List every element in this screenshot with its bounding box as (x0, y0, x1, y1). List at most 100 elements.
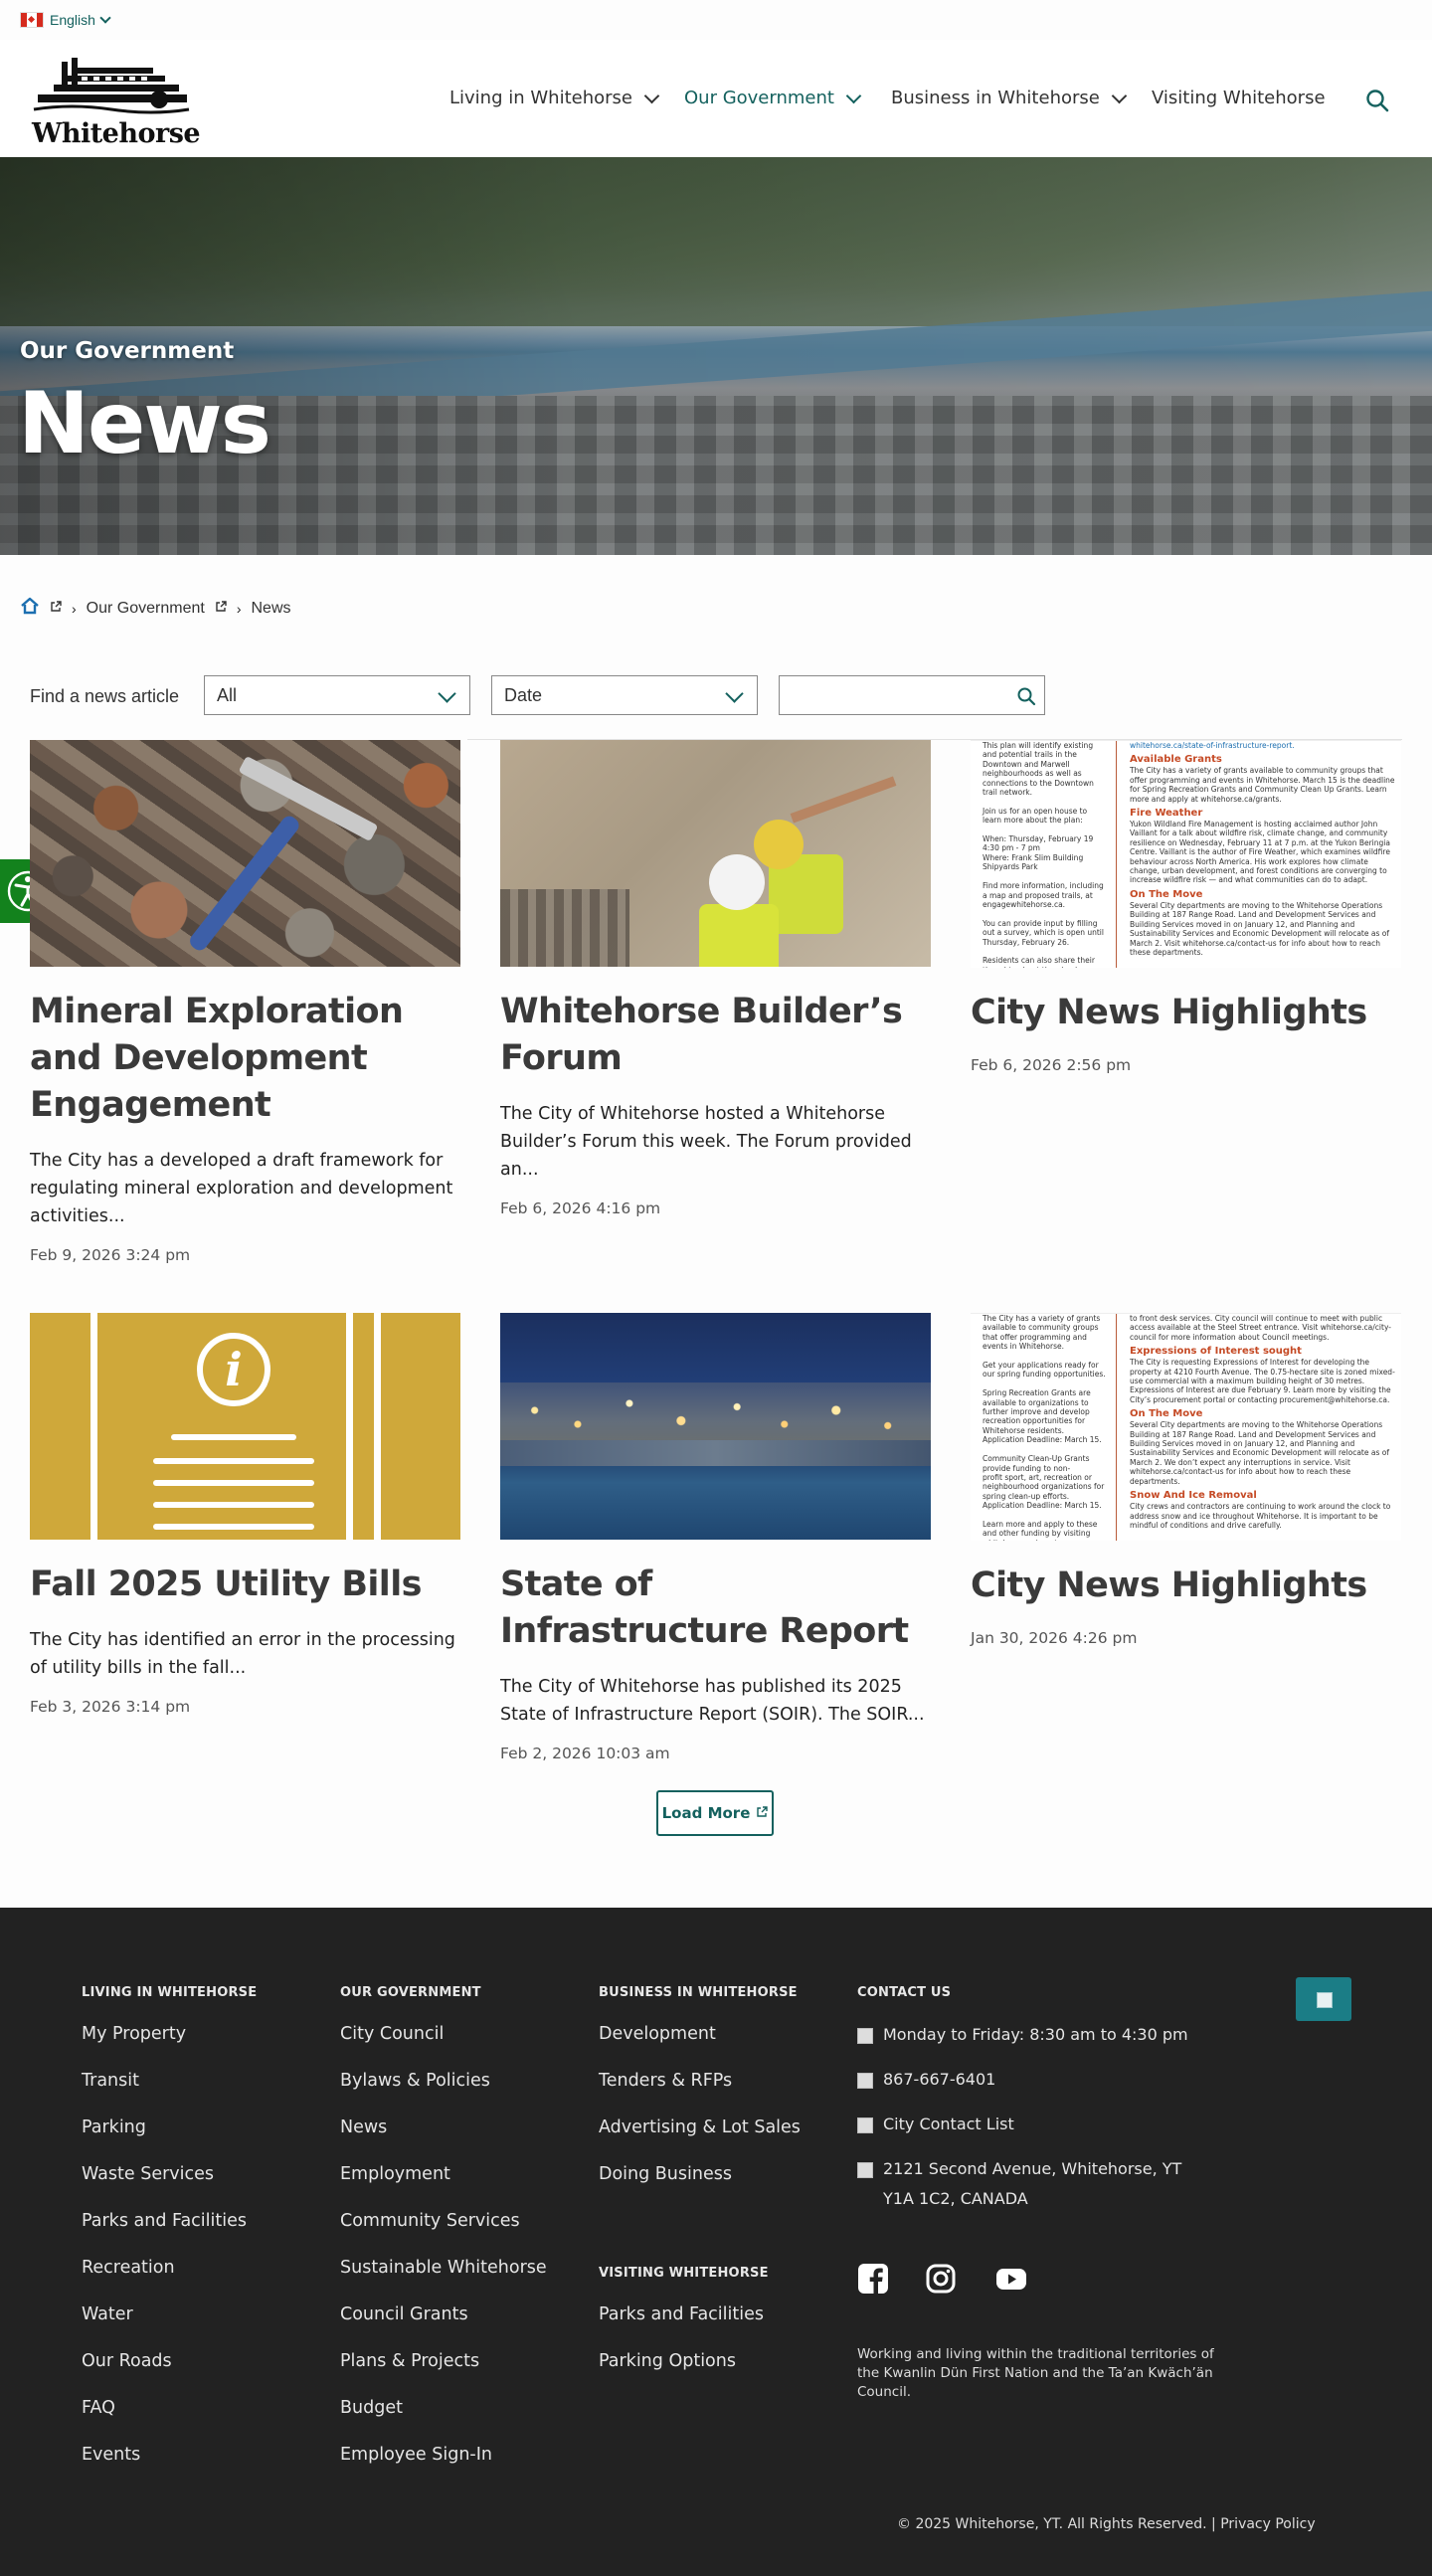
nav-business-in-whitehorse[interactable]: Business in Whitehorse (891, 88, 1128, 108)
newsletter-line (983, 826, 1107, 834)
nav-our-government[interactable]: Our Government (684, 88, 862, 108)
language-selector[interactable]: English (20, 12, 111, 28)
article-date: Feb 2, 2026 10:03 am (500, 1745, 670, 1762)
footer-link[interactable]: Parking Options (599, 2351, 769, 2398)
footer-link[interactable]: Development (599, 2024, 801, 2071)
newsletter-line: and other funding by visiting (983, 1529, 1091, 1539)
newsletter-line: Join us for an open house to (983, 806, 1088, 816)
news-card[interactable]: This plan will identify existing and pote… (971, 740, 1401, 1074)
article-title[interactable]: Mineral Exploration and Development Enga… (30, 989, 460, 1129)
nav-visiting-whitehorse[interactable]: Visiting Whitehorse (1152, 88, 1326, 108)
image-icon (1317, 1992, 1333, 2008)
footer-link[interactable]: Waste Services (82, 2164, 257, 2211)
footer-link[interactable]: Budget (340, 2398, 547, 2445)
newsletter-paragraph: Yukon Wildland Fire Management is hostin… (1130, 820, 1390, 885)
newsletter-line (983, 797, 1107, 806)
newsletter-line: out a survey, which is open until (983, 928, 1104, 938)
footer-link[interactable]: Parks and Facilities (599, 2304, 769, 2351)
search-icon[interactable] (1016, 686, 1036, 711)
article-date: Feb 9, 2026 3:24 pm (30, 1246, 191, 1264)
chevron-down-icon (845, 88, 862, 103)
footer-heading: CONTACT US (857, 1985, 952, 2000)
external-link-icon (50, 600, 62, 618)
footer-link[interactable]: Employment (340, 2164, 547, 2211)
footer-column-living: LIVING IN WHITEHORSE My Property Transit… (82, 1985, 257, 2491)
newsletter-line: available to organizations to (983, 1397, 1089, 1407)
footer-link[interactable]: Council Grants (340, 2304, 547, 2351)
newsletter-line: Downtown and Marwell (983, 759, 1070, 769)
load-more-button[interactable]: Load More (656, 1790, 774, 1836)
article-title[interactable]: Whitehorse Builder’s Forum (500, 989, 931, 1082)
footer-link[interactable]: Parking (82, 2117, 257, 2164)
footer-link[interactable]: Events (82, 2445, 257, 2491)
footer-link[interactable]: FAQ (82, 2398, 257, 2445)
footer-link[interactable]: Doing Business (599, 2164, 801, 2211)
footer-link[interactable]: Plans & Projects (340, 2351, 547, 2398)
breadcrumb-separator-icon: › (72, 600, 77, 617)
newsletter-line: Spring Recreation Grants are (983, 1388, 1091, 1398)
facebook-icon[interactable] (857, 2263, 889, 2295)
news-card[interactable]: The City has a variety of grants availabl… (971, 1313, 1401, 1647)
newsletter-line: engagewhitehorse.ca. (983, 899, 1066, 909)
chevron-down-icon (99, 12, 111, 24)
contact-list[interactable]: City Contact List (857, 2110, 1215, 2139)
footer-link[interactable]: Community Services (340, 2211, 547, 2258)
footer-heading: BUSINESS IN WHITEHORSE (599, 1985, 798, 2000)
footer-link[interactable]: My Property (82, 2024, 257, 2071)
search-icon[interactable] (1364, 88, 1390, 113)
newsletter-line: This plan will identify existing (983, 741, 1094, 750)
footer-link[interactable]: Tenders & RFPs (599, 2071, 801, 2117)
contact-hours: Monday to Friday: 8:30 am to 4:30 pm (857, 2020, 1215, 2050)
newsletter-right-column: whitehorse.ca/state-of-infrastructure-re… (1130, 741, 1396, 957)
newsletter-line: profit sport, art, recreation or (983, 1472, 1092, 1482)
language-label: English (50, 12, 95, 28)
newsletter-left-column: This plan will identify existing and pote… (983, 741, 1107, 968)
article-title[interactable]: City News Highlights (971, 1563, 1401, 1609)
instagram-icon[interactable] (925, 2263, 957, 2295)
newsletter-line: a map and proposed trails, at (983, 890, 1093, 900)
footer-link[interactable]: Water (82, 2304, 257, 2351)
newsletter-line: provide funding to non- (983, 1463, 1071, 1473)
contact-phone[interactable]: 867-667-6401 (857, 2065, 1215, 2095)
footer-link[interactable]: City Council (340, 2024, 547, 2071)
site-footer: LIVING IN WHITEHORSE My Property Transit… (0, 1908, 1432, 2576)
list-icon (857, 2117, 873, 2133)
newsletter-heading: Snow And Ice Removal (1130, 1490, 1257, 1502)
newsletter-heading: On The Move (1130, 1408, 1203, 1420)
news-card[interactable]: State of Infrastructure Report The City … (500, 1313, 931, 1762)
nav-living-in-whitehorse[interactable]: Living in Whitehorse (449, 88, 660, 108)
footer-link[interactable]: Bylaws & Policies (340, 2071, 547, 2117)
news-card[interactable]: Whitehorse Builder’s Forum The City of W… (500, 740, 931, 1217)
nav-label: Business in Whitehorse (891, 88, 1100, 108)
footer-link[interactable]: Parks and Facilities (82, 2211, 257, 2258)
news-search-input[interactable] (779, 675, 1045, 715)
newsletter-paragraph: The City is requesting Expressions of In… (1130, 1358, 1395, 1404)
newsletter-line: whitehorse.ca/grants. (983, 1539, 1107, 1541)
article-image-night-city (500, 1313, 931, 1540)
footer-link[interactable]: News (340, 2117, 547, 2164)
footer-link[interactable]: Our Roads (82, 2351, 257, 2398)
footer-link[interactable]: Employee Sign-In (340, 2445, 547, 2491)
newsletter-line (983, 909, 1107, 918)
footer-link[interactable]: Recreation (82, 2258, 257, 2304)
article-summary: The City of Whitehorse has published its… (500, 1677, 925, 1725)
footer-link[interactable]: Sustainable Whitehorse (340, 2258, 547, 2304)
home-icon[interactable] (20, 597, 40, 620)
article-title[interactable]: State of Infrastructure Report (500, 1562, 931, 1655)
whitehorse-logo[interactable]: Whitehorse (32, 56, 201, 149)
footer-action-button[interactable] (1296, 1977, 1351, 2021)
footer-link[interactable]: Advertising & Lot Sales (599, 2117, 801, 2164)
sort-select[interactable]: Date (491, 675, 758, 715)
breadcrumb-our-government[interactable]: Our Government (87, 600, 205, 618)
footer-column-business: BUSINESS IN WHITEHORSE Development Tende… (599, 1985, 801, 2211)
news-card[interactable]: Mineral Exploration and Development Enga… (30, 740, 460, 1264)
newsletter-line (983, 872, 1107, 881)
news-card[interactable]: i Fall 2025 Utility Bills The City has i… (30, 1313, 460, 1716)
footer-link[interactable]: Transit (82, 2071, 257, 2117)
article-date: Jan 30, 2026 4:26 pm (971, 1629, 1138, 1647)
article-title[interactable]: Fall 2025 Utility Bills (30, 1562, 460, 1608)
category-select[interactable]: All (204, 675, 470, 715)
youtube-icon[interactable] (994, 2263, 1026, 2295)
newsletter-line: Community Clean-Up Grants (983, 1454, 1090, 1464)
article-title[interactable]: City News Highlights (971, 990, 1401, 1036)
